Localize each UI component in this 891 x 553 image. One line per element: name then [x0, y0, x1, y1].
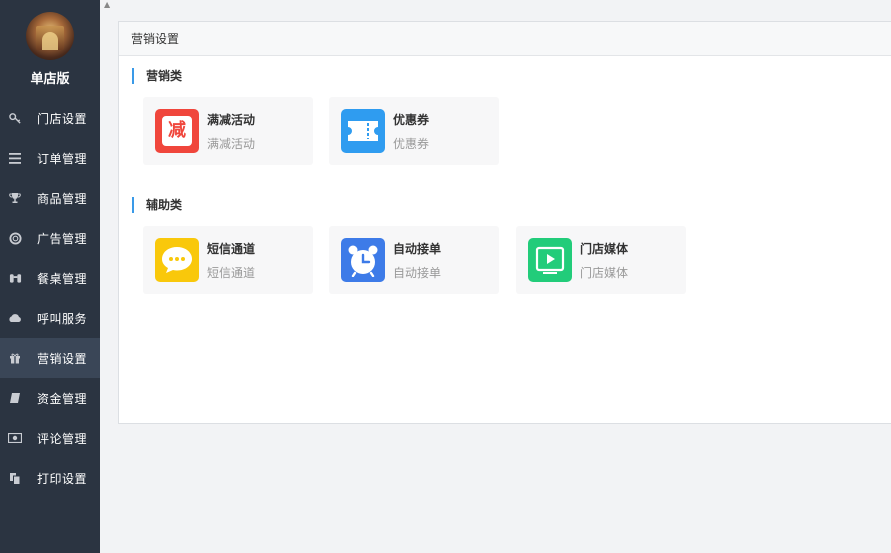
card-subtitle: 门店媒体 [580, 266, 629, 280]
card-coupon[interactable]: 优惠券 优惠券 [329, 97, 499, 165]
sidebar-item-funds[interactable]: 资金管理 [0, 378, 100, 418]
sidebar-item-label: 打印设置 [37, 471, 88, 486]
cloud-icon [8, 311, 22, 325]
sidebar-item-label: 评论管理 [37, 431, 88, 446]
marketing-panel: 营销设置 营销类 减 满减活动 满减活动 优惠券 优惠券 辅助类 短信通道 短信… [118, 21, 891, 424]
sidebar-item-reviews[interactable]: 评论管理 [0, 418, 100, 458]
message-icon [155, 238, 199, 282]
card-subtitle: 优惠券 [393, 137, 430, 151]
sidebar-item-label: 门店设置 [37, 111, 88, 126]
sidebar-item-label: 资金管理 [37, 391, 88, 406]
media-play-icon [528, 238, 572, 282]
card-subtitle: 自动接单 [393, 266, 442, 280]
sidebar-item-label: 广告管理 [37, 231, 88, 246]
scroll-up-arrow-icon[interactable]: ▲ [104, 0, 110, 9]
discount-icon: 减 [155, 109, 199, 153]
sidebar-item-store-settings[interactable]: 门店设置 [0, 98, 100, 138]
card-title: 门店媒体 [580, 242, 629, 256]
card-subtitle: 短信通道 [207, 266, 256, 280]
sidebar: 单店版 门店设置 订单管理 商品管理 广告管理 餐桌管理 呼叫服务 营销设置 资… [0, 0, 100, 553]
card-title: 优惠券 [393, 113, 430, 127]
card-sms-channel[interactable]: 短信通道 短信通道 [143, 226, 313, 294]
sidebar-item-tables[interactable]: 餐桌管理 [0, 258, 100, 298]
shop-name: 单店版 [30, 72, 70, 87]
avatar[interactable] [26, 12, 74, 60]
shop-profile: 单店版 [0, 0, 100, 98]
sidebar-item-print[interactable]: 打印设置 [0, 458, 100, 498]
card-auto-accept[interactable]: 自动接单 自动接单 [329, 226, 499, 294]
sidebar-item-label: 订单管理 [37, 151, 88, 166]
sidebar-item-products[interactable]: 商品管理 [0, 178, 100, 218]
card-title: 满减活动 [207, 113, 256, 127]
sidebar-item-label: 餐桌管理 [37, 271, 88, 286]
discount-glyph: 减 [168, 120, 186, 141]
section-title-auxiliary: 辅助类 [132, 197, 182, 213]
coupon-icon [341, 109, 385, 153]
section-title-marketing: 营销类 [132, 68, 182, 84]
list-icon [8, 151, 22, 165]
sidebar-item-call-service[interactable]: 呼叫服务 [0, 298, 100, 338]
book-icon [8, 391, 22, 405]
sidebar-item-label: 营销设置 [37, 351, 88, 366]
binoculars-icon [8, 271, 22, 285]
card-title: 自动接单 [393, 242, 442, 256]
sidebar-item-label: 商品管理 [37, 191, 88, 206]
sidebar-item-marketing[interactable]: 营销设置 [0, 338, 100, 378]
sidebar-item-ads[interactable]: 广告管理 [0, 218, 100, 258]
key-icon [8, 111, 22, 125]
gift-icon [8, 351, 22, 365]
sidebar-item-label: 呼叫服务 [37, 311, 88, 326]
trophy-icon [8, 191, 22, 205]
sidebar-item-orders[interactable]: 订单管理 [0, 138, 100, 178]
copy-icon [8, 471, 22, 485]
alarm-clock-icon [341, 238, 385, 282]
card-title: 短信通道 [207, 242, 256, 256]
card-subtitle: 满减活动 [207, 137, 256, 151]
card-store-media[interactable]: 门店媒体 门店媒体 [516, 226, 686, 294]
card-full-reduction[interactable]: 减 满减活动 满减活动 [143, 97, 313, 165]
money-icon [8, 431, 22, 445]
panel-title: 营销设置 [119, 22, 891, 56]
lifebuoy-icon [8, 231, 22, 245]
